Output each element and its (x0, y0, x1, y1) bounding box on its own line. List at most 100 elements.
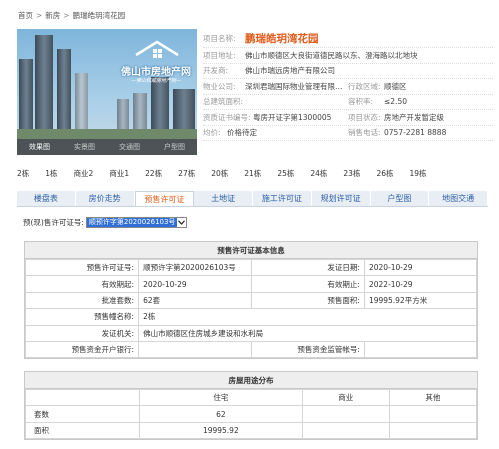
table-row: 有效期起: 2020-10-29 有效期止: 2022-10-29 (24, 275, 478, 293)
building-link[interactable]: 26栋 (376, 168, 393, 179)
building-name-value: 2栋 (138, 308, 477, 326)
name-label: 项目名称: (203, 33, 236, 43)
tab-price-trend[interactable]: 房价走势 (76, 191, 135, 206)
ground-strip (17, 129, 197, 139)
cert-cell: 资质证书编号: 粤房开证字第1300005 (203, 112, 348, 123)
usage-cell (388, 405, 478, 423)
usage-table: 住宅 商业 其他 套数 62 面积 19995.92 (25, 388, 478, 440)
tab-building-table[interactable]: 楼盘表 (17, 191, 76, 206)
photo-tabs: 效果图 实景图 交通图 户型图 (17, 139, 197, 155)
tab-construction-permit[interactable]: 施工许可证 (253, 191, 312, 206)
info-row-price: 均价: 价格待定 销售电话: 0757-2281 8888 (203, 126, 493, 141)
approved-units-value: 62套 (138, 291, 252, 310)
project-photo[interactable]: 佛山市房地产网 —佛山权威房地产网— 效果图 实景图 交通图 户型图 (17, 29, 197, 155)
usage-panel: 房屋用途分布 住宅 商业 其他 套数 62 面积 19995.92 (24, 371, 478, 441)
presale-area-value: 19995.92平方米 (363, 291, 478, 310)
address-label: 项目地址: (203, 50, 236, 60)
district-value: 顺德区 (384, 81, 407, 91)
tab-map-traffic[interactable]: 地图交通 (429, 191, 488, 206)
usage-cell: 62 (139, 405, 303, 423)
info-row-name: 项目名称: 鹏瑞皓玥湾花园 (203, 29, 493, 48)
valid-to-label: 有效期止: (250, 275, 365, 293)
cert-value: 粤房开证字第1300005 (253, 112, 332, 122)
table-row: 批准套数: 62套 预售面积: 19995.92平方米 (24, 291, 478, 310)
property-label: 物业公司: (203, 81, 236, 91)
building-link[interactable]: 21栋 (244, 168, 261, 179)
building-shape (19, 59, 33, 139)
cert-label: 资质证书编号: (203, 112, 251, 122)
permit-selector-row: 预(现)售许可证号: 顺预许字第2020026103号 (23, 217, 188, 228)
tab-presale-permit[interactable]: 预售许可证 (134, 191, 195, 206)
breadcrumb-new-homes[interactable]: 新房 (45, 11, 60, 20)
breadcrumb-separator: > (63, 11, 70, 20)
issuing-authority-label: 发证机关: (24, 324, 140, 342)
usage-cell (301, 405, 390, 423)
detail-tabs: 楼盘表 房价走势 预售许可证 土地证 施工许可证 规划许可证 户型图 地图交通 (17, 191, 488, 207)
presale-area-label: 预售面积: (250, 291, 365, 310)
building-list: 2栋 1栋 商业2 商业1 22栋 27栋 20栋 21栋 25栋 24栋 23… (17, 168, 443, 179)
price-label: 均价: (203, 128, 221, 138)
building-link[interactable]: 1栋 (45, 168, 57, 179)
building-link[interactable]: 22栋 (145, 168, 162, 179)
issue-date-label: 发证日期: (250, 258, 365, 277)
photo-tab-rendering[interactable]: 效果图 (17, 142, 62, 152)
valid-to-value: 2022-10-29 (363, 275, 478, 293)
project-title: 鹏瑞皓玥湾花园 (245, 32, 319, 45)
info-row-property: 物业公司: 深圳君瑞国际物业管理有限公... 行政区域: 顺德区 (203, 79, 493, 95)
photo-tab-floorplan[interactable]: 户型图 (152, 142, 197, 152)
table-row: 预售许可证号: 顺预许字第2020026103号 发证日期: 2020-10-2… (24, 258, 478, 277)
phone-cell: 销售电话: 0757-2281 8888 (348, 127, 446, 138)
address-value: 佛山市顺德区大良街道德民路以东、澄海路以北地块 (245, 50, 418, 60)
breadcrumb: 首页 > 新房 > 鹏瑞皓玥湾花园 (18, 10, 125, 21)
usage-col-blank (25, 388, 140, 407)
price-value: 价格待定 (227, 128, 257, 138)
building-link[interactable]: 2栋 (17, 168, 29, 179)
escrow-account-value (363, 340, 478, 359)
breadcrumb-home[interactable]: 首页 (18, 11, 33, 20)
property-value: 深圳君瑞国际物业管理有限公... (245, 81, 343, 91)
status-cell: 项目状态: 房地产开发暂定级 (348, 112, 444, 123)
issue-date-value: 2020-10-29 (363, 258, 478, 277)
usage-col-residential: 住宅 (139, 388, 303, 407)
building-name-label: 预售幢名称: (24, 308, 140, 326)
status-label: 项目状态: (348, 112, 381, 122)
area-label: 总建筑面积: (203, 97, 244, 107)
info-row-cert: 资质证书编号: 粤房开证字第1300005 项目状态: 房地产开发暂定级 (203, 110, 493, 126)
developer-label: 开发商: (203, 66, 229, 76)
tab-land-certificate[interactable]: 土地证 (194, 191, 253, 206)
photo-tab-traffic[interactable]: 交通图 (107, 142, 152, 152)
permit-info-table: 预售许可证号: 顺预许字第2020026103号 发证日期: 2020-10-2… (24, 258, 478, 359)
chevron-down-icon[interactable] (177, 218, 186, 227)
breadcrumb-separator: > (36, 11, 43, 20)
table-row: 发证机关: 佛山市顺德区住房城乡建设和水利局 (24, 324, 477, 342)
area-cell: 总建筑面积: (203, 96, 348, 107)
building-shape (35, 35, 53, 139)
tab-planning-permit[interactable]: 规划许可证 (312, 191, 371, 206)
district-label: 行政区域: (348, 81, 381, 91)
building-link[interactable]: 19栋 (410, 168, 427, 179)
building-link[interactable]: 商业1 (109, 168, 129, 179)
usage-cell (301, 421, 390, 440)
building-link[interactable]: 商业2 (74, 168, 94, 179)
permit-info-header: 预售许可证基本信息 (25, 242, 477, 259)
permit-select[interactable]: 顺预许字第2020026103号 (85, 217, 188, 228)
usage-row-label: 套数 (25, 405, 140, 423)
table-row: 套数 62 (25, 405, 478, 423)
photo-tab-live[interactable]: 实景图 (62, 142, 107, 152)
usage-cell (388, 421, 478, 440)
table-row: 预售资金开户银行: 预售资金监管帐号: (24, 340, 478, 359)
bank-label: 预售资金开户银行: (24, 340, 140, 359)
building-link[interactable]: 25栋 (277, 168, 294, 179)
building-link[interactable]: 23栋 (343, 168, 360, 179)
building-link[interactable]: 20栋 (211, 168, 228, 179)
building-link[interactable]: 24栋 (310, 168, 327, 179)
building-shape (57, 49, 71, 139)
building-link[interactable]: 27栋 (178, 168, 195, 179)
plot-value: ≤2.50 (384, 97, 407, 107)
permit-selector-label: 预(现)售许可证号: (23, 218, 84, 227)
usage-header: 房屋用途分布 (25, 372, 477, 389)
tab-floor-plans[interactable]: 户型图 (371, 191, 430, 206)
status-value: 房地产开发暂定级 (384, 112, 444, 122)
developer-value: 佛山市瑞远房地产有限公司 (245, 66, 335, 76)
phone-label: 销售电话: (348, 128, 381, 138)
